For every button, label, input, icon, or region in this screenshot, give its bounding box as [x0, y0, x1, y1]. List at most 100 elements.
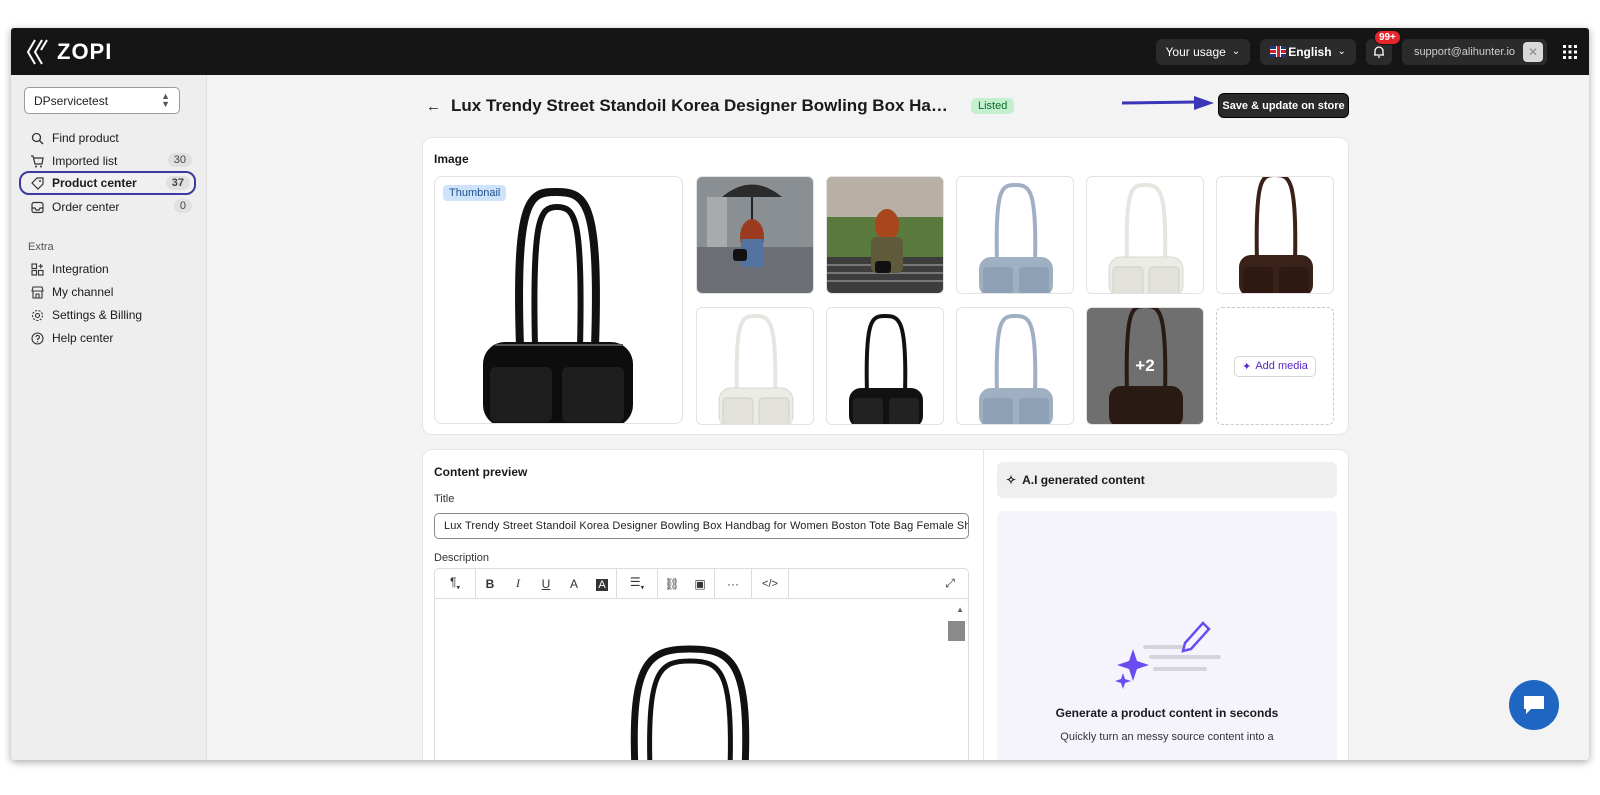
- image-card: Image Thumbnail +2 ✦ Add media: [422, 137, 1349, 435]
- gallery-image[interactable]: [696, 307, 814, 425]
- align-icon[interactable]: ☰▾: [617, 575, 657, 591]
- bold-icon[interactable]: B: [476, 577, 504, 591]
- sidebar-item-label: Settings & Billing: [52, 308, 143, 322]
- ai-panel: ✧ A.I generated content Generate a produ…: [983, 450, 1350, 760]
- sidebar-item-find-product[interactable]: Find product: [24, 127, 196, 149]
- sidebar-item-integration[interactable]: Integration: [24, 258, 196, 280]
- brand-logo[interactable]: ZOPI: [25, 38, 112, 66]
- more-images-tile[interactable]: +2: [1086, 307, 1204, 425]
- editor-toolbar: ¶▾ B I U A A ☰▾ ⛓ ▣ ··· </> ⤢: [435, 569, 968, 599]
- gallery-image[interactable]: [956, 307, 1074, 425]
- tag-icon: [30, 176, 44, 190]
- sidebar-item-label: Find product: [52, 131, 119, 145]
- annotation-arrow-icon: [1121, 96, 1214, 110]
- gallery-image[interactable]: [1216, 176, 1334, 294]
- more-options-icon[interactable]: ···: [715, 577, 751, 591]
- code-view-icon[interactable]: </>: [752, 578, 788, 590]
- page-title: Lux Trendy Street Standoil Korea Designe…: [451, 96, 957, 115]
- ai-heading: Generate a product content in seconds: [1055, 706, 1279, 720]
- title-field-label: Title: [434, 493, 455, 505]
- sidebar-item-label: Order center: [52, 200, 120, 214]
- gallery-image[interactable]: [826, 176, 944, 294]
- ai-description: Quickly turn an messy source content int…: [1060, 731, 1274, 743]
- link-icon[interactable]: ⛓: [658, 577, 686, 591]
- main-content: ← Lux Trendy Street Standoil Korea Desig…: [208, 75, 1589, 760]
- chevron-down-icon: ⌄: [1231, 46, 1241, 57]
- back-arrow-icon[interactable]: ←: [426, 98, 441, 115]
- sidebar-item-label: Integration: [52, 262, 109, 276]
- ai-header-label: A.I generated content: [1022, 473, 1145, 487]
- editor-body[interactable]: ▲: [435, 599, 968, 760]
- search-icon: [30, 131, 44, 145]
- usage-dropdown[interactable]: Your usage ⌄: [1155, 38, 1251, 65]
- notifications-button[interactable]: 99+: [1365, 29, 1401, 65]
- content-card: Content preview Title Lux Trendy Street …: [422, 449, 1349, 760]
- sidebar-item-label: My channel: [52, 285, 114, 299]
- ai-empty-state: Generate a product content in seconds Qu…: [997, 511, 1337, 760]
- store-icon: [30, 285, 44, 299]
- brand-name: ZOPI: [57, 38, 113, 64]
- language-dropdown[interactable]: English ⌄: [1260, 38, 1356, 65]
- italic-icon[interactable]: I: [504, 576, 532, 591]
- sidebar-item-my-channel[interactable]: My channel: [24, 281, 196, 303]
- inbox-icon: [30, 200, 44, 214]
- bell-icon: [1373, 45, 1384, 58]
- save-update-button[interactable]: Save & update on store: [1219, 94, 1348, 117]
- underline-icon[interactable]: U: [532, 577, 560, 591]
- sidebar: DPservicetest ▲ ▼ Find product Imported l…: [11, 75, 207, 760]
- help-icon: [30, 331, 44, 345]
- store-select[interactable]: DPservicetest ▲ ▼: [24, 87, 180, 114]
- gallery-image[interactable]: [956, 176, 1074, 294]
- sidebar-item-order-center[interactable]: Order center 0: [24, 196, 196, 218]
- integration-icon: [30, 262, 44, 276]
- sidebar-item-settings-billing[interactable]: Settings & Billing: [24, 304, 196, 326]
- store-name: DPservicetest: [34, 93, 109, 108]
- scrollbar-thumb[interactable]: [948, 621, 965, 641]
- background-color-icon[interactable]: A: [588, 577, 616, 591]
- sidebar-item-imported-list[interactable]: Imported list 30: [24, 150, 196, 172]
- image-section-title: Image: [434, 152, 469, 166]
- user-email: support@alihunter.io: [1413, 45, 1515, 58]
- status-badge: Listed: [971, 98, 1015, 114]
- language-label: English: [1288, 44, 1332, 59]
- scroll-up-icon[interactable]: ▲: [956, 605, 964, 614]
- add-media-button[interactable]: ✦ Add media: [1234, 355, 1316, 377]
- notification-badge: 99+: [1373, 29, 1401, 45]
- more-images-count: +2: [1135, 356, 1155, 375]
- black-handbag-image: [483, 187, 633, 423]
- description-handbag-image: [630, 645, 750, 760]
- zopi-logo-icon: [26, 38, 48, 65]
- sparkle-icon: ✦: [1242, 360, 1252, 373]
- fullscreen-icon[interactable]: ⤢: [932, 576, 968, 591]
- paragraph-format-icon[interactable]: ¶▾: [435, 575, 475, 591]
- description-editor[interactable]: ¶▾ B I U A A ☰▾ ⛓ ▣ ··· </> ⤢ ▲: [434, 568, 969, 760]
- gear-icon: [30, 308, 44, 322]
- image-insert-icon[interactable]: ▣: [686, 577, 714, 591]
- sidebar-item-label: Product center: [52, 176, 137, 190]
- chevron-down-icon: ⌄: [1337, 46, 1346, 57]
- ai-illustration-icon: [1115, 621, 1221, 689]
- uk-flag-icon: [1270, 46, 1287, 57]
- sidebar-item-label: Help center: [52, 331, 114, 345]
- thumbnail-tag: Thumbnail: [443, 185, 507, 201]
- account-menu[interactable]: support@alihunter.io ✕: [1401, 38, 1547, 65]
- count-badge: 0: [173, 199, 192, 213]
- usage-label: Your usage: [1165, 44, 1226, 59]
- thumbnail-image[interactable]: Thumbnail: [434, 176, 683, 424]
- avatar: ✕: [1523, 41, 1543, 62]
- count-badge: 37: [165, 176, 190, 190]
- app-window: ZOPI Your usage ⌄ English ⌄ 99+ support@…: [11, 28, 1589, 760]
- sidebar-item-label: Imported list: [52, 154, 118, 168]
- gallery-image[interactable]: [1086, 176, 1204, 294]
- sidebar-item-product-center[interactable]: Product center 37: [19, 171, 196, 195]
- gallery-image[interactable]: [826, 307, 944, 425]
- apps-grid-icon[interactable]: [1557, 44, 1583, 59]
- gallery-image[interactable]: [696, 176, 814, 294]
- chat-bubble-icon: [1524, 696, 1544, 714]
- top-bar: ZOPI Your usage ⌄ English ⌄ 99+ support@…: [11, 28, 1589, 75]
- content-preview-title: Content preview: [434, 465, 528, 479]
- title-input[interactable]: Lux Trendy Street Standoil Korea Designe…: [434, 513, 969, 539]
- chat-button[interactable]: [1509, 680, 1559, 730]
- text-color-icon[interactable]: A: [560, 577, 588, 591]
- sidebar-item-help-center[interactable]: Help center: [24, 327, 196, 349]
